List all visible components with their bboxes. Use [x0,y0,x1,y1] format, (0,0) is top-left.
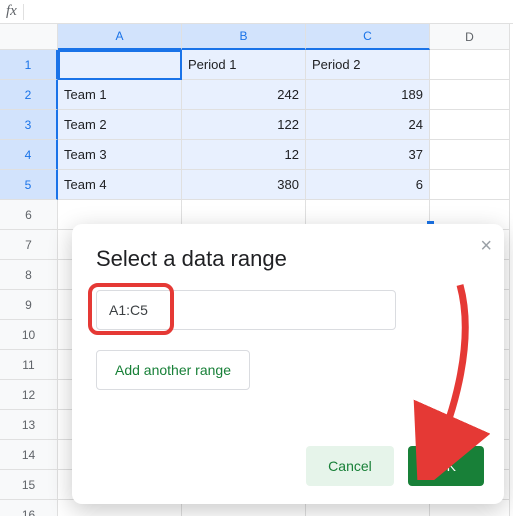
cell-a3[interactable]: Team 2 [58,110,182,140]
row-header-8[interactable]: 8 [0,260,58,290]
divider [23,4,24,20]
cell-c2[interactable]: 189 [306,80,430,110]
cell-a4[interactable]: Team 3 [58,140,182,170]
fx-icon: fx [6,3,17,20]
add-another-range-button[interactable]: Add another range [96,350,250,390]
cancel-button[interactable]: Cancel [306,446,394,486]
cell-a5[interactable]: Team 4 [58,170,182,200]
cell-d4[interactable] [430,140,510,170]
row-header-16[interactable]: 16 [0,500,58,516]
dialog-title: Select a data range [96,246,480,272]
cell-d1[interactable] [430,50,510,80]
formula-bar[interactable]: fx [0,0,513,24]
cell-b5[interactable]: 380 [182,170,306,200]
row-header-4[interactable]: 4 [0,140,58,170]
row-header-7[interactable]: 7 [0,230,58,260]
row-header-13[interactable]: 13 [0,410,58,440]
row-header-5[interactable]: 5 [0,170,58,200]
cell-d2[interactable] [430,80,510,110]
row-header-14[interactable]: 14 [0,440,58,470]
row-header-6[interactable]: 6 [0,200,58,230]
cell-b4[interactable]: 12 [182,140,306,170]
cell-b3[interactable]: 122 [182,110,306,140]
select-all-corner[interactable] [0,24,58,50]
close-icon[interactable]: × [480,236,492,256]
row-header-12[interactable]: 12 [0,380,58,410]
cell-c3[interactable]: 24 [306,110,430,140]
cell-c4[interactable]: 37 [306,140,430,170]
row-header-10[interactable]: 10 [0,320,58,350]
cell-b1[interactable]: Period 1 [182,50,306,80]
cell-a2[interactable]: Team 1 [58,80,182,110]
range-input[interactable] [96,290,396,330]
col-header-b[interactable]: B [182,24,306,50]
cell-a1[interactable] [58,50,182,80]
col-header-c[interactable]: C [306,24,430,50]
cell-b2[interactable]: 242 [182,80,306,110]
col-header-a[interactable]: A [58,24,182,50]
row-header-2[interactable]: 2 [0,80,58,110]
row-header-9[interactable]: 9 [0,290,58,320]
row-header-3[interactable]: 3 [0,110,58,140]
row-header-1[interactable]: 1 [0,50,58,80]
cell-c1[interactable]: Period 2 [306,50,430,80]
ok-button[interactable]: OK [408,446,484,486]
cell-c5[interactable]: 6 [306,170,430,200]
row-header-15[interactable]: 15 [0,470,58,500]
select-data-range-dialog: × Select a data range Add another range … [72,224,504,504]
cell-d5[interactable] [430,170,510,200]
row-header-11[interactable]: 11 [0,350,58,380]
col-header-d[interactable]: D [430,24,510,50]
cell-d3[interactable] [430,110,510,140]
